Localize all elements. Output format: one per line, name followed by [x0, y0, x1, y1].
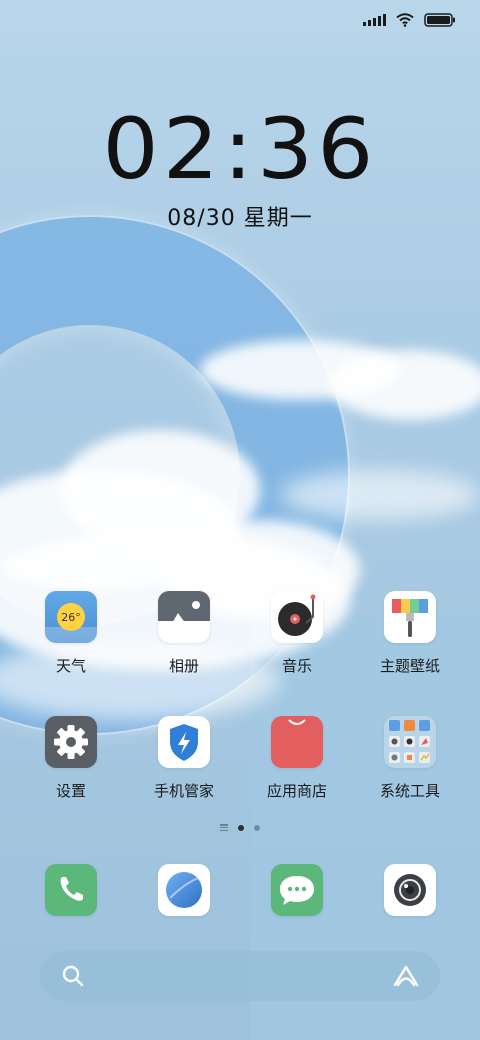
app-label: 应用商店: [266, 782, 327, 800]
wallpaper-cloud: [330, 350, 480, 420]
wifi-icon: [396, 13, 414, 27]
cellular-signal-icon: [363, 14, 386, 26]
page-indicator[interactable]: [0, 824, 480, 831]
camera-icon: [384, 864, 436, 916]
tools-folder-icon: [384, 716, 436, 768]
page-dot-active: [238, 824, 244, 831]
page-dot: [254, 824, 260, 831]
phone-icon: [45, 864, 97, 916]
dock-browser[interactable]: [129, 864, 239, 916]
weather-icon: 26°: [45, 591, 97, 643]
dock-phone[interactable]: [16, 864, 126, 916]
dock-messages[interactable]: [242, 864, 352, 916]
app-label: 相册: [168, 657, 199, 675]
app-label: 音乐: [281, 657, 312, 675]
browser-icon: [158, 864, 210, 916]
status-bar: [363, 10, 456, 30]
messages-icon: [271, 864, 323, 916]
gallery-icon: [158, 591, 210, 643]
app-settings[interactable]: 设置: [16, 716, 126, 801]
clock-time-text: 02:36: [102, 100, 378, 198]
app-label: 手机管家: [153, 782, 214, 800]
settings-icon: [45, 716, 97, 768]
app-tools-folder[interactable]: 系统工具: [355, 716, 465, 801]
security-icon: [158, 716, 210, 768]
search-icon: [62, 965, 84, 987]
app-weather[interactable]: 26° 天气: [16, 591, 126, 676]
app-store-icon: [271, 716, 323, 768]
app-themes[interactable]: 主题壁纸: [355, 591, 465, 676]
assistant-icon[interactable]: [392, 964, 420, 988]
app-gallery[interactable]: 相册: [129, 591, 239, 676]
app-security[interactable]: 手机管家: [129, 716, 239, 801]
page-list-icon: [220, 824, 228, 831]
clock-time[interactable]: 02:36: [0, 100, 480, 198]
app-label: 设置: [55, 782, 86, 800]
app-label: 系统工具: [379, 782, 440, 800]
search-bar[interactable]: [40, 951, 440, 1001]
dock-camera[interactable]: [355, 864, 465, 916]
clock-date[interactable]: 08/30 星期一: [0, 200, 480, 232]
home-screen: 02:36 08/30 星期一 26° 天气 相册 音乐 主题壁纸 设置 手机管…: [0, 0, 480, 1040]
app-label: 主题壁纸: [379, 657, 440, 675]
app-store[interactable]: 应用商店: [242, 716, 352, 801]
wallpaper-cloud: [280, 470, 480, 520]
weather-temp: 26°: [61, 610, 81, 624]
music-icon: [271, 591, 323, 643]
battery-icon: [424, 13, 455, 27]
app-label: 天气: [55, 657, 86, 675]
app-music[interactable]: 音乐: [242, 591, 352, 676]
themes-icon: [384, 591, 436, 643]
sun-icon: 26°: [57, 603, 85, 631]
